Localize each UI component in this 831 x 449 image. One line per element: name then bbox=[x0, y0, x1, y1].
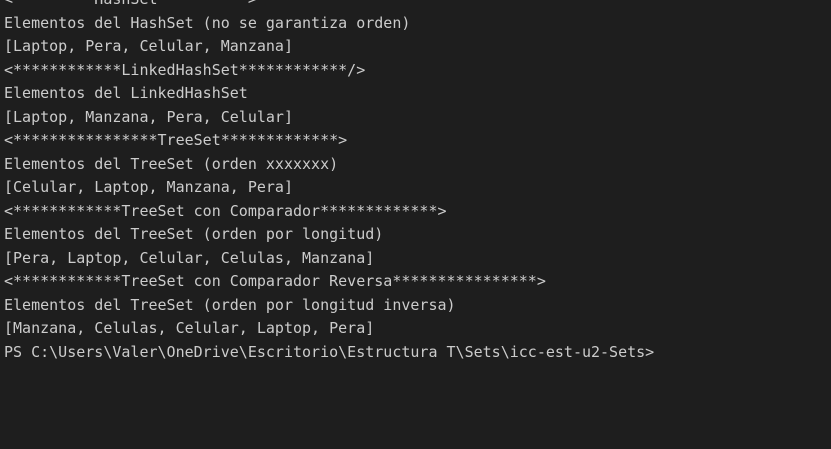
terminal-output-line: <************TreeSet con Comparador Reve… bbox=[4, 272, 546, 290]
terminal-output-line: Elementos del TreeSet (orden xxxxxxx) bbox=[4, 154, 339, 173]
terminal-output-line: Elementos del LinkedHashSet bbox=[4, 84, 248, 102]
terminal-output-line: Elementos del TreeSet (orden por longitu… bbox=[4, 295, 456, 314]
terminal-output-line: <************TreeSet con Comparador*****… bbox=[4, 201, 447, 220]
terminal-output-line: Elementos del HashSet (no se garantiza o… bbox=[4, 13, 411, 32]
terminal-output-line: [Laptop, Manzana, Pera, Celular] bbox=[4, 107, 293, 126]
terminal-output-line: <************LinkedHashSet************/> bbox=[4, 60, 366, 79]
terminal-output-line: <****************TreeSet*************> bbox=[4, 131, 348, 149]
terminal-output-line: <*********HashSet**********> bbox=[4, 0, 831, 12]
terminal-output-line: [Pera, Laptop, Celular, Celulas, Manzana… bbox=[4, 248, 375, 267]
terminal-output-line: Elementos del TreeSet (orden por longitu… bbox=[4, 225, 384, 243]
terminal-output-line: [Celular, Laptop, Manzana, Pera] bbox=[4, 178, 293, 196]
terminal-output-line: [Laptop, Pera, Celular, Manzana] bbox=[4, 37, 293, 55]
terminal-output-line: [Manzana, Celulas, Celular, Laptop, Pera… bbox=[4, 319, 375, 337]
terminal-prompt[interactable]: PS C:\Users\Valer\OneDrive\Escritorio\Es… bbox=[4, 341, 831, 365]
terminal-panel[interactable]: <*********HashSet**********> Elementos d… bbox=[0, 0, 831, 449]
